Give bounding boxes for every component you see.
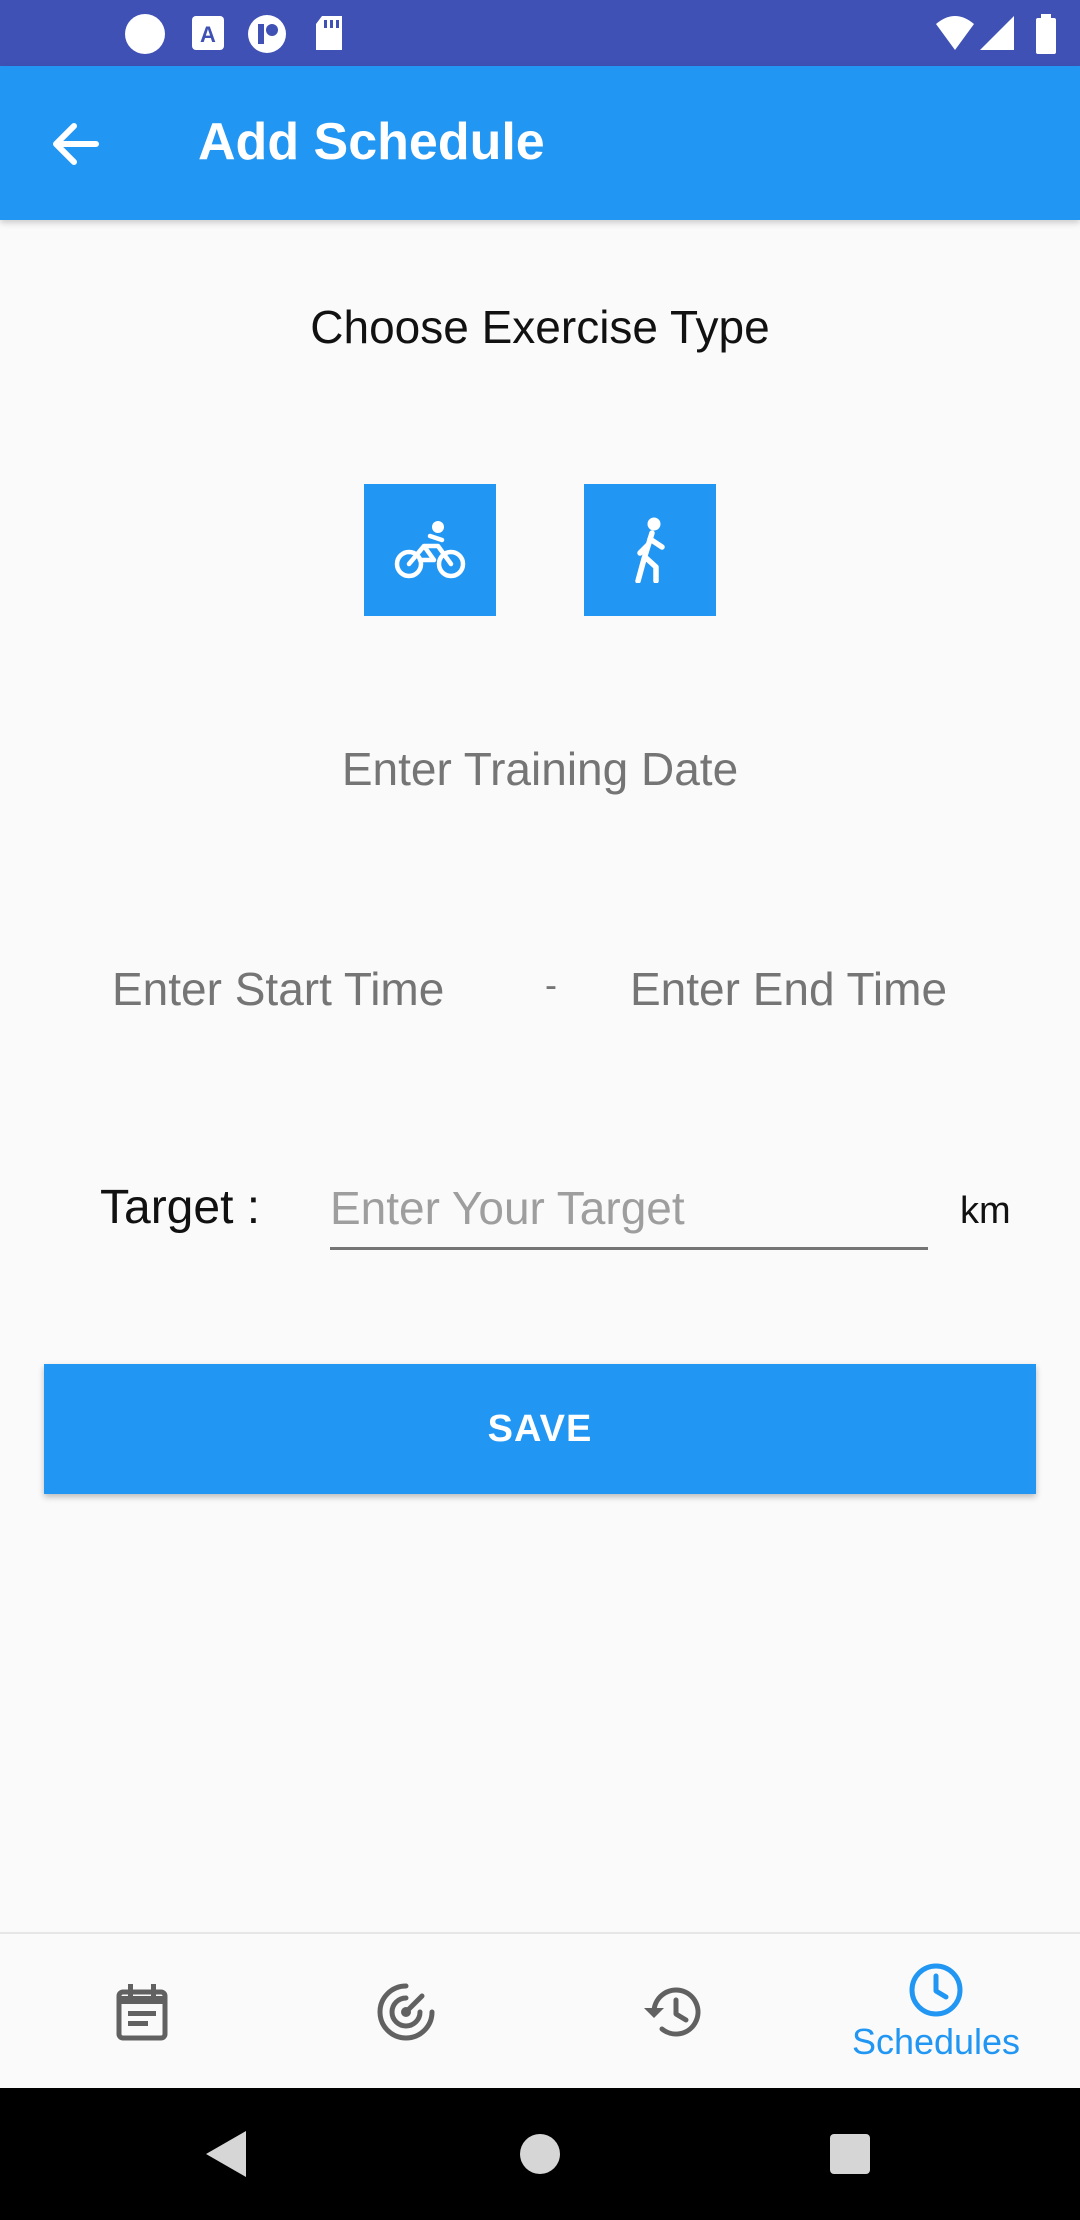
back-button[interactable]: [30, 102, 120, 186]
system-home-button[interactable]: [510, 2124, 570, 2184]
cycling-option-button[interactable]: [364, 484, 496, 616]
system-back-button[interactable]: [196, 2124, 256, 2184]
notification-dot-icon: [125, 14, 165, 54]
target-input[interactable]: [330, 1168, 928, 1250]
cell-signal-icon: [980, 16, 1014, 50]
target-unit: km: [960, 1190, 1011, 1232]
exercise-type-heading: Choose Exercise Type: [310, 301, 770, 353]
nav-label-schedules: Schedules: [851, 2021, 1021, 2062]
app-bar: Add Schedule: [0, 66, 1080, 220]
nav-item-schedules[interactable]: Schedules: [836, 1934, 1036, 2090]
save-button[interactable]: SAVE: [44, 1364, 1036, 1494]
nav-item-history[interactable]: [572, 1934, 772, 2090]
time-separator: -: [545, 964, 557, 1005]
triangle-back-icon: [206, 2131, 246, 2177]
event-note-icon: [116, 1984, 168, 2041]
bike-icon: [394, 521, 466, 579]
end-time-field[interactable]: Enter End Time: [630, 962, 947, 1016]
sd-card-icon: [316, 16, 342, 50]
system-navigation-bar: [0, 2088, 1080, 2220]
training-date-field[interactable]: Enter Training Date: [0, 742, 1080, 796]
history-icon: [644, 1987, 701, 2037]
radar-icon: [377, 1983, 435, 2041]
page-title: Add Schedule: [198, 113, 545, 171]
battery-icon: [1036, 14, 1056, 54]
circle-home-icon: [520, 2134, 560, 2174]
clock-icon: [909, 1963, 963, 2017]
accessibility-a-icon: A: [192, 16, 224, 50]
nav-item-calendar[interactable]: [42, 1934, 242, 2090]
walk-icon: [635, 517, 665, 583]
wifi-icon: [936, 16, 974, 50]
system-recents-button[interactable]: [820, 2124, 880, 2184]
square-recents-icon: [830, 2134, 870, 2174]
nav-item-tracking[interactable]: [306, 1934, 506, 2090]
start-time-field[interactable]: Enter Start Time: [112, 962, 444, 1016]
walking-option-button[interactable]: [584, 484, 716, 616]
app-notification-icon: [248, 15, 286, 53]
svg-text:A: A: [200, 22, 216, 47]
status-bar: A: [0, 0, 1080, 66]
arrow-back-icon: [53, 123, 99, 165]
target-label: Target :: [100, 1181, 261, 1234]
bottom-navigation: Schedules: [0, 1932, 1080, 2088]
